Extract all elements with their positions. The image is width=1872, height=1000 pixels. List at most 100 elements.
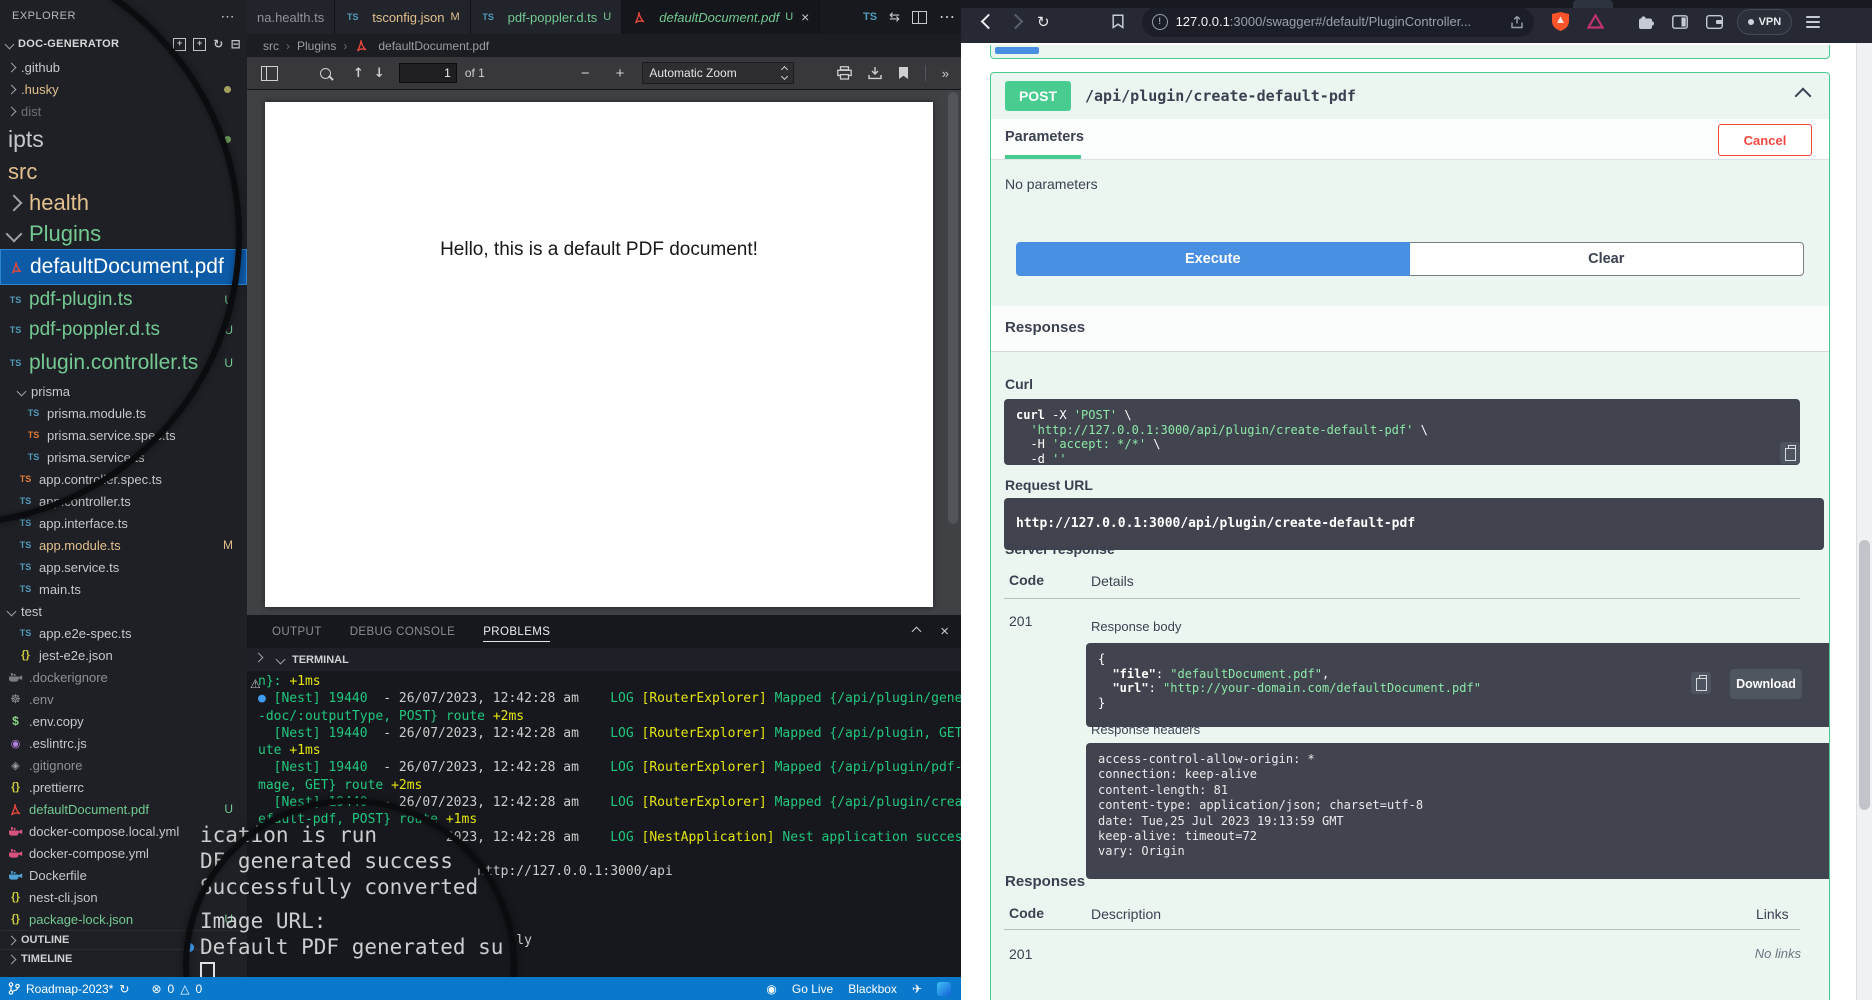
download-button[interactable]: Download bbox=[1730, 669, 1802, 699]
tree-item[interactable]: prisma bbox=[0, 380, 247, 402]
compare-changes-icon[interactable]: ⇆ bbox=[889, 10, 900, 25]
editor-tab[interactable]: na.health.ts bbox=[247, 0, 335, 34]
tree-item[interactable]: {}.prettierrc bbox=[0, 776, 247, 798]
parameters-tab[interactable]: Parameters bbox=[1005, 129, 1084, 145]
send-plane-icon[interactable]: ✈ bbox=[912, 982, 922, 996]
refresh-icon[interactable]: ↻ bbox=[213, 38, 223, 50]
tree-item[interactable]: TSapp.controller.ts bbox=[0, 490, 247, 512]
collapse-chevron-icon[interactable] bbox=[1795, 88, 1812, 105]
tree-item[interactable]: .dockerignore bbox=[0, 666, 247, 688]
tree-item[interactable]: ◉.eslintrc.js bbox=[0, 732, 247, 754]
tree-item[interactable]: Plugins bbox=[0, 218, 247, 249]
new-file-icon[interactable]: + bbox=[173, 38, 186, 51]
tree-item[interactable]: TSprisma.service.ts bbox=[0, 446, 247, 468]
breadcrumb-item[interactable]: defaultDocument.pdf bbox=[378, 39, 489, 53]
page-number-input[interactable]: 1 bbox=[399, 63, 457, 83]
tree-item[interactable]: dist bbox=[0, 100, 247, 122]
tree-item[interactable]: TSapp.e2e-spec.ts bbox=[0, 622, 247, 644]
tree-item[interactable]: {}jest-e2e.json bbox=[0, 644, 247, 666]
tree-item[interactable]: defaultDocument.pdfU bbox=[0, 798, 247, 820]
clear-button[interactable]: Clear bbox=[1410, 242, 1805, 276]
endpoint-header[interactable]: POST /api/plugin/create-default-pdf bbox=[991, 73, 1829, 119]
tree-item[interactable]: TSplugin.controller.tsU bbox=[0, 345, 247, 380]
brave-rewards-icon[interactable] bbox=[1587, 14, 1604, 29]
url-bar[interactable]: ! 127.0.0.1:3000/swagger#/default/Plugin… bbox=[1142, 7, 1534, 37]
tree-item[interactable]: health bbox=[0, 187, 247, 218]
response-headers-value[interactable]: access-control-allow-origin: *connection… bbox=[1086, 743, 1830, 879]
zoom-select[interactable]: Automatic Zoom bbox=[642, 62, 794, 84]
panel-tab-debug-console[interactable]: DEBUG CONSOLE bbox=[350, 626, 456, 638]
save-download-icon[interactable] bbox=[868, 66, 882, 80]
menu-icon[interactable] bbox=[1806, 16, 1820, 28]
terminal-output[interactable]: n}: +1ms● [Nest] 19440 - 26/07/2023, 12:… bbox=[258, 673, 961, 950]
tree-item[interactable]: .husky bbox=[0, 78, 247, 100]
share-icon[interactable] bbox=[1510, 15, 1524, 29]
extension-status-icon[interactable] bbox=[937, 982, 951, 996]
tree-item[interactable]: TSpdf-poppler.d.tsU bbox=[0, 315, 247, 345]
tree-item[interactable]: test bbox=[0, 600, 247, 622]
bookmark-icon[interactable] bbox=[898, 66, 909, 80]
tree-item[interactable]: TSpdf-plugin.tsU bbox=[0, 285, 247, 315]
page-down-icon[interactable]: ↓ bbox=[374, 66, 385, 81]
tree-item[interactable]: TSprisma.module.ts bbox=[0, 402, 247, 424]
panel-maximize-icon[interactable] bbox=[912, 627, 922, 637]
close-icon[interactable]: × bbox=[801, 9, 809, 25]
sync-icon[interactable]: ↻ bbox=[119, 982, 129, 996]
tree-item[interactable]: TSapp.controller.spec.ts bbox=[0, 468, 247, 490]
extensions-puzzle-icon[interactable] bbox=[1638, 14, 1654, 30]
tree-item[interactable]: TSprisma.service.spec.ts bbox=[0, 424, 247, 446]
execute-button[interactable]: Execute bbox=[1016, 242, 1410, 276]
ts-language-icon[interactable]: TS bbox=[863, 11, 877, 23]
zoom-out-icon[interactable]: − bbox=[581, 65, 590, 82]
page-up-icon[interactable]: ↑ bbox=[353, 66, 364, 81]
explorer-section-header[interactable]: DOC-GENERATOR + + ↻ ⊟ bbox=[0, 32, 247, 56]
tree-item[interactable]: src bbox=[0, 156, 247, 187]
request-url-value[interactable]: http://127.0.0.1:3000/api/plugin/create-… bbox=[1004, 498, 1824, 550]
split-editor-icon[interactable] bbox=[912, 11, 927, 24]
tree-item[interactable]: ipts bbox=[0, 122, 247, 156]
forward-icon[interactable] bbox=[1008, 14, 1024, 30]
editor-tab[interactable]: TSpdf-poppler.d.tsU bbox=[471, 0, 623, 34]
explorer-more-icon[interactable]: ⋯ bbox=[221, 8, 236, 25]
scrollbar-thumb[interactable] bbox=[1859, 540, 1870, 810]
tree-item[interactable]: TSapp.interface.ts bbox=[0, 512, 247, 534]
tree-item[interactable]: .github bbox=[0, 56, 247, 78]
bookmarks-icon[interactable] bbox=[1112, 14, 1124, 29]
editor-tab[interactable]: defaultDocument.pdfU× bbox=[622, 0, 820, 34]
back-icon[interactable] bbox=[981, 14, 997, 30]
panel-tab-output[interactable]: OUTPUT bbox=[272, 626, 322, 638]
blackbox-button[interactable]: Blackbox bbox=[848, 982, 897, 996]
wallet-icon[interactable] bbox=[1706, 15, 1723, 29]
pdf-sidebar-toggle-icon[interactable] bbox=[261, 66, 278, 81]
tree-item[interactable]: defaultDocument.pdf bbox=[0, 249, 247, 285]
pdf-scrollbar[interactable] bbox=[948, 92, 958, 524]
reload-icon[interactable]: ↻ bbox=[1037, 13, 1050, 31]
tree-item[interactable]: ☸.env bbox=[0, 688, 247, 710]
breadcrumb-item[interactable]: Plugins bbox=[297, 39, 336, 53]
copy-icon[interactable] bbox=[1691, 672, 1711, 694]
breadcrumb-item[interactable]: src bbox=[263, 39, 279, 53]
tree-item[interactable]: TSapp.module.tsM bbox=[0, 534, 247, 556]
go-live-button[interactable]: Go Live bbox=[792, 982, 833, 996]
brave-shield-icon[interactable] bbox=[1552, 12, 1569, 31]
tree-item[interactable]: TSapp.service.ts bbox=[0, 556, 247, 578]
panel-close-icon[interactable]: × bbox=[940, 623, 949, 640]
breadcrumb[interactable]: src›Plugins›defaultDocument.pdf bbox=[247, 34, 977, 57]
toolbar-overflow-icon[interactable]: » bbox=[942, 66, 949, 81]
collapse-all-icon[interactable]: ⊟ bbox=[231, 38, 241, 50]
branch-name[interactable]: Roadmap-2023* bbox=[26, 982, 113, 996]
editor-tab[interactable]: TStsconfig.jsonM bbox=[335, 0, 470, 34]
errors-count[interactable]: 0 bbox=[168, 982, 175, 996]
tree-item[interactable]: $.env.copy bbox=[0, 710, 247, 732]
more-actions-icon[interactable]: ⋯ bbox=[939, 7, 955, 27]
cancel-button[interactable]: Cancel bbox=[1718, 124, 1812, 156]
panel-tab-problems[interactable]: PROBLEMS bbox=[483, 626, 550, 642]
warnings-count[interactable]: 0 bbox=[195, 982, 202, 996]
print-icon[interactable] bbox=[837, 66, 852, 80]
side-panel-icon[interactable] bbox=[1672, 15, 1688, 29]
new-folder-icon[interactable]: + bbox=[193, 38, 206, 51]
terminal-section-header[interactable]: TERMINAL bbox=[247, 648, 961, 671]
vpn-badge[interactable]: VPN bbox=[1737, 9, 1793, 35]
tree-item[interactable]: TSmain.ts bbox=[0, 578, 247, 600]
response-body-json[interactable]: { "file": "defaultDocument.pdf", "url": … bbox=[1086, 643, 1830, 727]
